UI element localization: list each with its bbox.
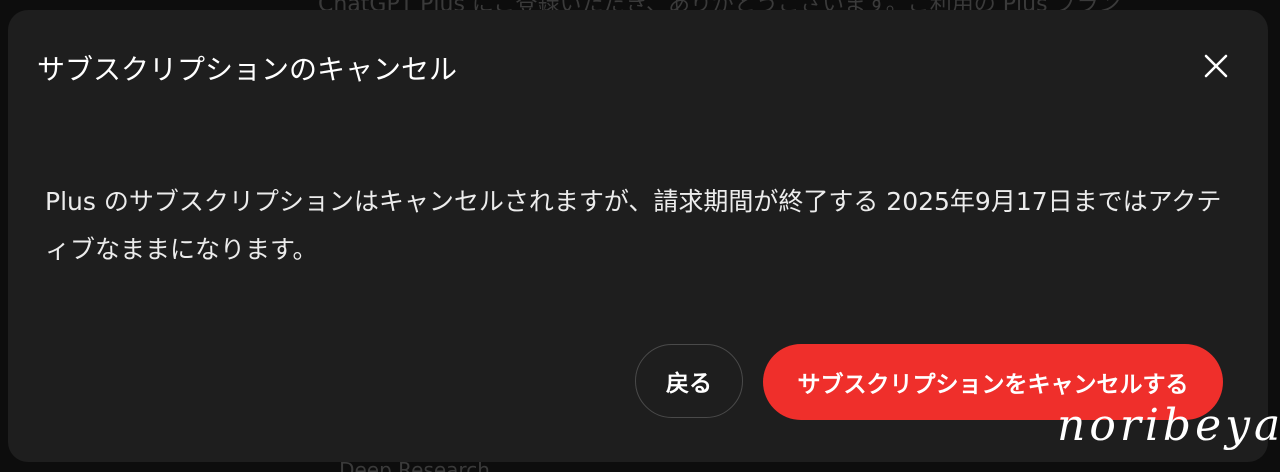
dialog-title: サブスクリプションのキャンセル [37, 53, 458, 86]
close-button[interactable] [1198, 48, 1234, 84]
back-button[interactable]: 戻る [635, 344, 743, 418]
dialog-message: Plus のサブスクリプションはキャンセルされますが、請求期間が終了する 202… [45, 187, 1222, 264]
close-icon [1204, 54, 1228, 78]
cancel-subscription-dialog: サブスクリプションのキャンセル Plus のサブスクリプションはキャンセルされま… [8, 10, 1268, 462]
watermark-text: noribeya [1057, 400, 1280, 451]
